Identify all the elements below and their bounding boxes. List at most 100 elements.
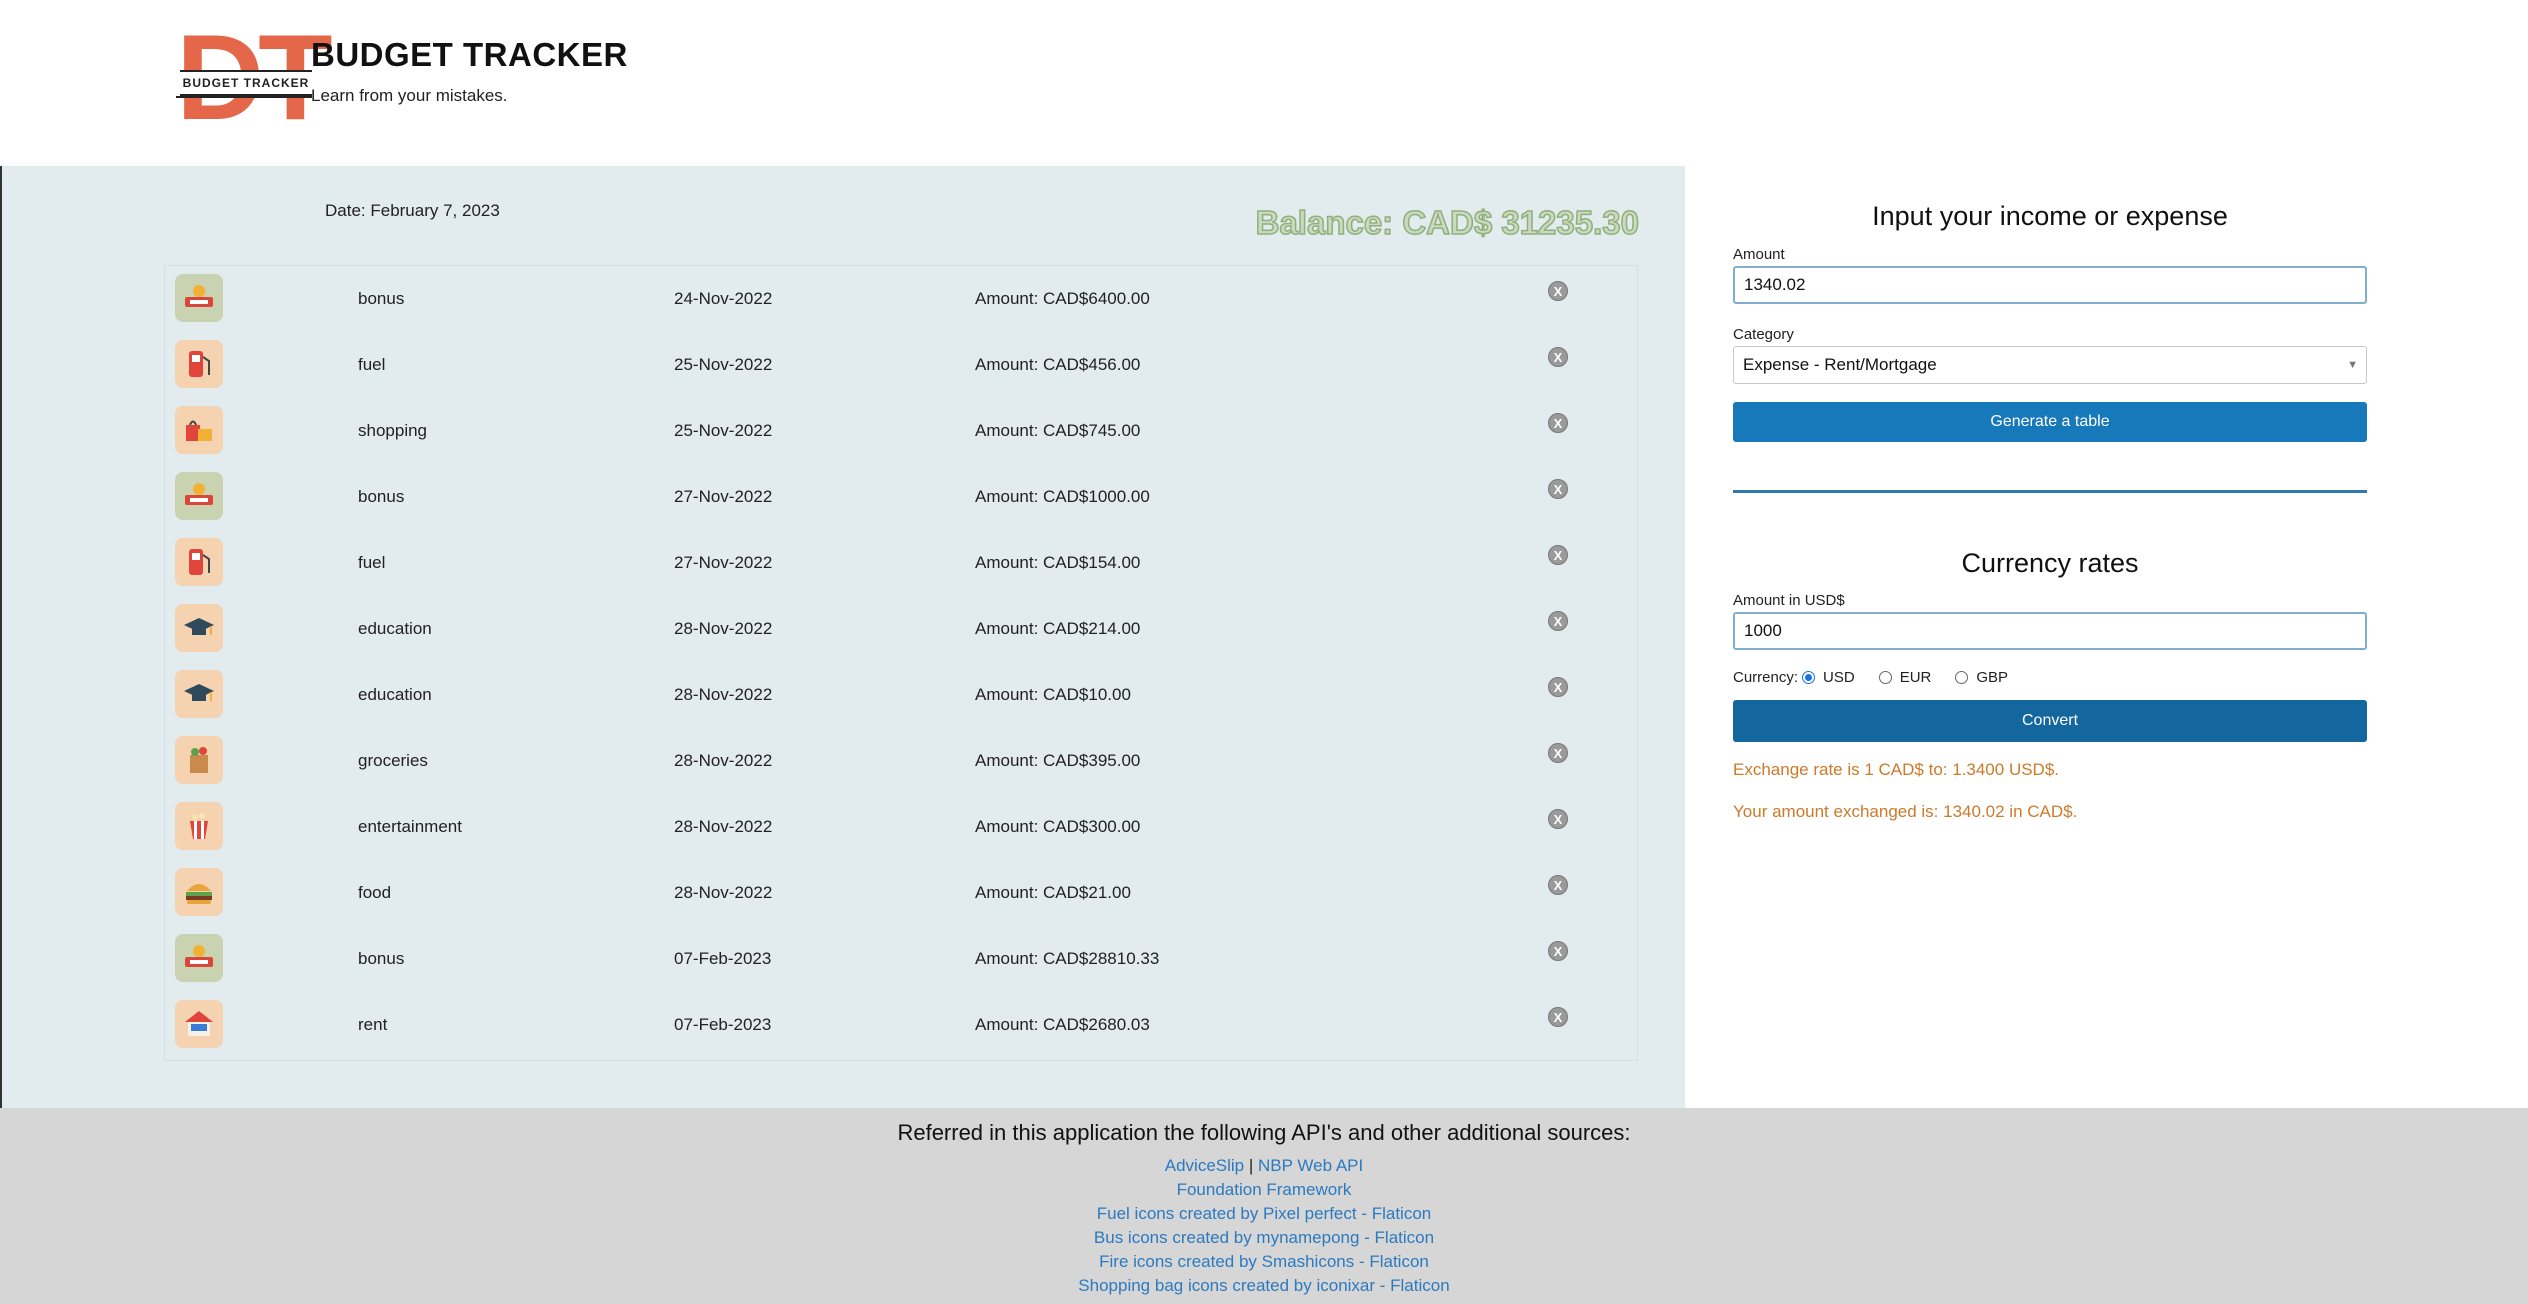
table-row: entertainment 28-Nov-2022 Amount: CAD$300.… [165,794,1639,860]
delete-row-button[interactable]: X [1548,1007,1568,1027]
category-label: Category [1733,326,1794,343]
food-icon [175,868,223,916]
foundation-link[interactable]: Foundation Framework [0,1180,2528,1200]
radio-gbp-label: GBP [1976,669,2009,686]
exchange-rate-text: Exchange rate is 1 CAD$ to: 1.3400 USD$. [1733,760,2060,779]
table-row: fuel 25-Nov-2022 Amount: CAD$456.00 X [165,332,1639,398]
delete-row-button[interactable]: X [1548,281,1568,301]
row-amount: Amount: CAD$21.00 [975,883,1131,902]
delete-row-button[interactable]: X [1548,809,1568,829]
row-category: rent [358,1015,388,1034]
form-panel: Input your income or expense Amount 1340… [1685,166,2528,1108]
row-date: 28-Nov-2022 [674,751,773,770]
tagline: Learn from your mistakes. [311,86,508,105]
radio-eur-label: EUR [1899,669,1932,686]
currency-radio-group: Currency: USD EUR GBP [1733,669,2008,686]
row-category: fuel [358,553,386,572]
fuel-icon [175,340,223,388]
adviceslip-link[interactable]: AdviceSlip [1165,1156,1244,1175]
delete-row-button[interactable]: X [1548,743,1568,763]
bonus-icon [175,274,223,322]
delete-row-button[interactable]: X [1548,479,1568,499]
row-amount: Amount: CAD$214.00 [975,619,1141,638]
fuel-icon [175,538,223,586]
row-date: 28-Nov-2022 [674,883,773,902]
bonus-icon [175,472,223,520]
table-row: groceries 28-Nov-2022 Amount: CAD$395.00 X [165,728,1639,794]
logo-underline [176,96,312,98]
delete-row-button[interactable]: X [1548,545,1568,565]
category-value: Expense - Rent/Mortgage [1743,355,1937,374]
row-category: bonus [358,949,405,968]
fuel-icons-link[interactable]: Fuel icons created by Pixel perfect - Fl… [0,1204,2528,1224]
delete-row-button[interactable]: X [1548,611,1568,631]
shopping-icons-link[interactable]: Shopping bag icons created by iconixar -… [0,1276,2528,1296]
delete-row-button[interactable]: X [1548,677,1568,697]
logo[interactable]: DT BUDGET TRACKER [176,16,333,138]
delete-row-button[interactable]: X [1548,413,1568,433]
usd-amount-input[interactable]: 1000 [1733,612,2367,650]
row-date: 25-Nov-2022 [674,421,773,440]
currency-title: Currency rates [1961,548,2139,578]
table-row: bonus 07-Feb-2023 Amount: CAD$28810.33 X [165,926,1639,992]
form-title: Input your income or expense [1872,201,2228,231]
convert-button[interactable]: Convert [1733,700,2367,742]
page-title: BUDGET TRACKER [311,36,628,73]
row-amount: Amount: CAD$745.00 [975,421,1141,440]
row-amount: Amount: CAD$395.00 [975,751,1141,770]
table-row: rent 07-Feb-2023 Amount: CAD$2680.03 X [165,992,1639,1058]
row-category: bonus [358,487,405,506]
education-icon [175,604,223,652]
row-category: bonus [358,289,405,308]
fire-icons-link[interactable]: Fire icons created by Smashicons - Flati… [0,1252,2528,1272]
balance: Balance: CAD$ 31235.30 [1255,203,1640,242]
row-date: 27-Nov-2022 [674,487,773,506]
radio-gbp[interactable] [1955,671,1969,684]
footer-api-links: AdviceSlip | NBP Web API [0,1156,2528,1176]
nbp-link[interactable]: NBP Web API [1258,1156,1363,1175]
row-category: entertainment [358,817,462,836]
row-date: 28-Nov-2022 [674,817,773,836]
current-date: Date: February 7, 2023 [325,201,500,220]
delete-row-button[interactable]: X [1548,875,1568,895]
entertainment-icon [175,802,223,850]
footer: Referred in this application the followi… [0,1108,2528,1304]
row-category: shopping [358,421,428,440]
rent-icon [175,1000,223,1048]
divider [1733,490,2367,493]
table-row: food 28-Nov-2022 Amount: CAD$21.00 X [165,860,1639,926]
row-amount: Amount: CAD$6400.00 [975,289,1150,308]
transactions-panel: Date: February 7, 2023 Balance: CAD$ 312… [2,166,1685,1108]
usd-amount-label: Amount in USD$ [1733,592,1845,609]
radio-eur[interactable] [1878,671,1892,684]
logo-band: BUDGET TRACKER [180,70,312,96]
category-select[interactable]: Expense - Rent/Mortgage ▼ [1733,346,2367,384]
row-amount: Amount: CAD$1000.00 [975,487,1150,506]
row-date: 28-Nov-2022 [674,619,773,638]
bonus-icon [175,934,223,982]
delete-row-button[interactable]: X [1548,941,1568,961]
radio-usd[interactable] [1802,671,1816,684]
amount-label: Amount [1733,246,1785,263]
row-date: 07-Feb-2023 [674,949,772,968]
row-date: 07-Feb-2023 [674,1015,772,1034]
amount-input[interactable]: 1340.02 [1733,266,2367,304]
radio-usd-label: USD [1823,669,1855,686]
chevron-down-icon: ▼ [2347,359,2358,371]
link-separator: | [1248,1156,1254,1175]
row-category: education [358,685,432,704]
delete-row-button[interactable]: X [1548,347,1568,367]
row-amount: Amount: CAD$154.00 [975,553,1141,572]
footer-title: Referred in this application the followi… [897,1120,1631,1145]
table-row: education 28-Nov-2022 Amount: CAD$214.00 X [165,596,1639,662]
table-row: bonus 27-Nov-2022 Amount: CAD$1000.00 X [165,464,1639,530]
generate-table-button[interactable]: Generate a table [1733,402,2367,442]
row-category: fuel [358,355,386,374]
row-amount: Amount: CAD$28810.33 [975,949,1160,968]
bus-icons-link[interactable]: Bus icons created by mynamepong - Flatic… [0,1228,2528,1248]
row-amount: Amount: CAD$10.00 [975,685,1131,704]
row-date: 28-Nov-2022 [674,685,773,704]
row-amount: Amount: CAD$300.00 [975,817,1141,836]
shopping-icon [175,406,223,454]
table-row: shopping 25-Nov-2022 Amount: CAD$745.00 X [165,398,1639,464]
